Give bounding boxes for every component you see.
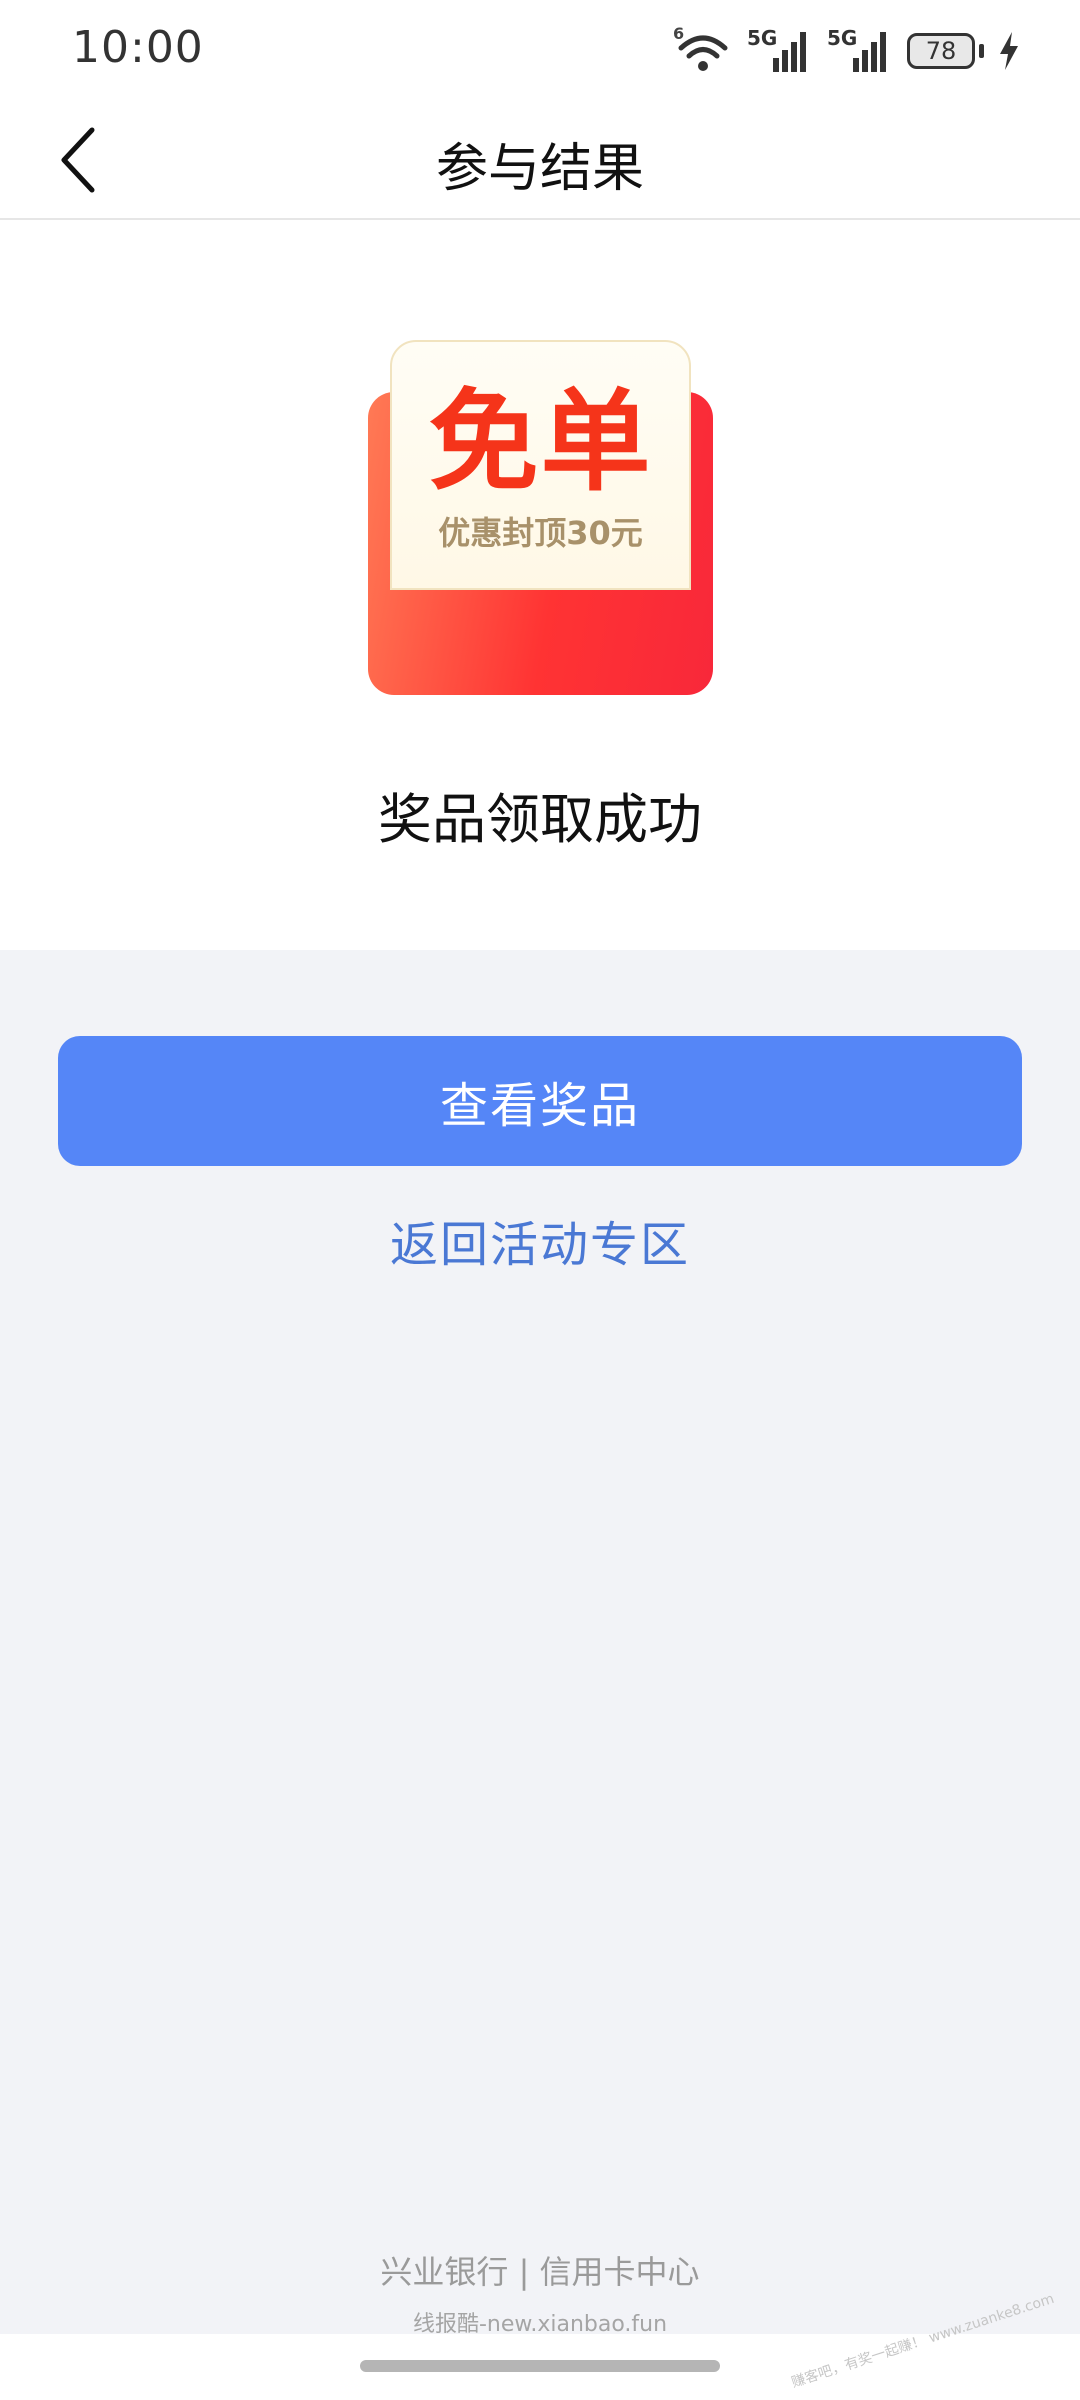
coupon-image: 免单 优惠封顶30元 xyxy=(368,340,713,695)
wifi-icon: 6 xyxy=(673,24,733,76)
back-to-activity-link[interactable]: 返回活动专区 xyxy=(0,1205,1080,1275)
battery-level: 78 xyxy=(925,37,957,65)
wifi-label: 6 xyxy=(673,24,685,43)
nav-bar: 参与结果 xyxy=(0,100,1080,220)
signal-icon-1: 5G xyxy=(747,26,813,76)
page-title: 参与结果 xyxy=(435,139,644,199)
signal-icon-2: 5G xyxy=(827,26,893,76)
battery-icon: 78 xyxy=(907,33,975,69)
battery-cap xyxy=(979,44,984,58)
coupon-card: 免单 优惠封顶30元 xyxy=(390,340,691,590)
status-bar: 10:00 6 5G 5G 78 xyxy=(0,0,1080,100)
view-prize-button[interactable]: 查看奖品 xyxy=(58,1036,1022,1166)
status-time: 10:00 xyxy=(72,22,204,73)
result-message: 奖品领取成功 xyxy=(378,788,702,851)
coupon-main-text: 免单 xyxy=(428,378,653,506)
home-indicator[interactable] xyxy=(360,2360,720,2372)
footer-text: 兴业银行 | 信用卡中心 xyxy=(380,2253,700,2291)
coupon-sub-text: 优惠封顶30元 xyxy=(438,514,643,552)
status-icons: 6 5G 5G 78 xyxy=(673,24,1020,76)
charging-icon xyxy=(1000,32,1018,70)
